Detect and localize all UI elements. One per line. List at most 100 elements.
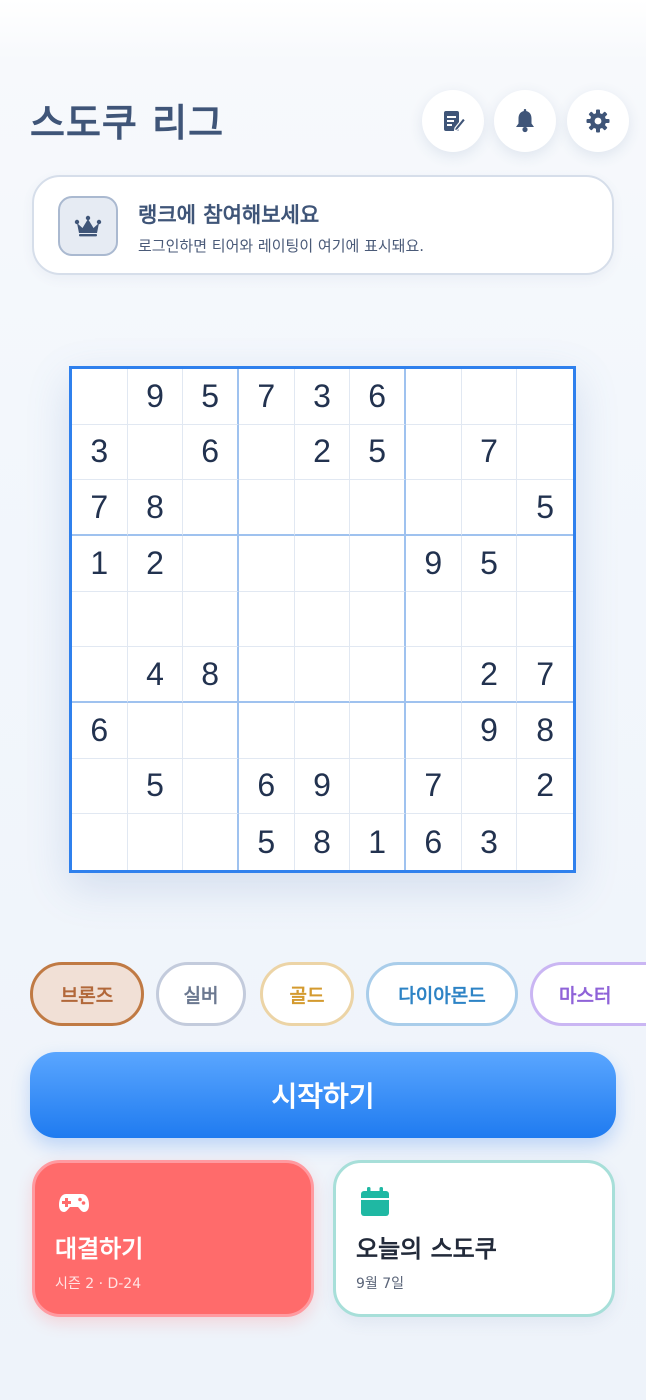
sudoku-cell[interactable]: 5 (183, 369, 239, 425)
sudoku-cell[interactable]: 3 (294, 369, 351, 425)
sudoku-cell[interactable] (127, 703, 184, 759)
sudoku-cell[interactable]: 3 (72, 424, 128, 481)
sudoku-cell[interactable]: 6 (72, 703, 128, 759)
sudoku-cell[interactable]: 9 (461, 703, 518, 759)
sudoku-cell[interactable]: 3 (462, 814, 518, 870)
sudoku-cell[interactable] (406, 424, 462, 481)
sudoku-cell[interactable] (294, 703, 351, 759)
sudoku-cell[interactable]: 2 (461, 647, 518, 703)
sudoku-cell[interactable] (350, 703, 406, 759)
sudoku-cell[interactable] (517, 536, 573, 592)
sudoku-cell[interactable]: 8 (183, 647, 239, 703)
sudoku-cell[interactable]: 7 (517, 647, 573, 703)
sudoku-cell[interactable] (183, 591, 239, 648)
sudoku-cell[interactable] (127, 591, 184, 648)
sudoku-cell[interactable]: 8 (517, 703, 573, 759)
daily-card-date: 9월 7일 (356, 1276, 405, 1292)
tier-chip-bronze[interactable]: 브론즈 (30, 962, 144, 1026)
sudoku-cell[interactable] (294, 536, 351, 592)
sudoku-cell[interactable] (406, 647, 462, 703)
sudoku-cell[interactable] (517, 814, 573, 870)
sudoku-cell[interactable]: 7 (72, 480, 128, 536)
sudoku-cell[interactable] (239, 591, 295, 648)
sudoku-cell[interactable]: 2 (517, 759, 573, 815)
tier-chip-gold[interactable]: 골드 (260, 962, 354, 1026)
sudoku-cell[interactable]: 6 (406, 814, 462, 870)
sudoku-cell[interactable] (461, 480, 518, 536)
battle-card[interactable]: 대결하기 시즌 2 · D-24 (32, 1160, 314, 1317)
notifications-button[interactable] (494, 90, 556, 152)
sudoku-cell[interactable] (183, 536, 239, 592)
sudoku-cell[interactable] (183, 480, 239, 536)
sudoku-cell[interactable]: 5 (239, 814, 295, 870)
sudoku-cell[interactable] (294, 647, 351, 703)
sudoku-cell[interactable] (517, 425, 573, 481)
sudoku-cell[interactable] (461, 758, 518, 815)
gamepad-icon (59, 1194, 89, 1212)
sudoku-cell[interactable] (127, 424, 184, 481)
sudoku-cell[interactable]: 1 (350, 814, 406, 870)
settings-button[interactable] (567, 90, 629, 152)
sudoku-cell[interactable]: 7 (461, 424, 518, 481)
app-header: 스도쿠 리그 (0, 0, 646, 160)
tier-chip-master[interactable]: 마스터 (530, 962, 646, 1026)
calendar-icon (361, 1187, 389, 1216)
sudoku-cell[interactable] (461, 369, 518, 425)
sudoku-cell[interactable] (183, 703, 239, 759)
sudoku-cell[interactable] (72, 647, 128, 703)
sudoku-cell[interactable]: 5 (350, 424, 406, 481)
sudoku-cell[interactable]: 5 (517, 480, 573, 536)
notes-button[interactable] (422, 90, 484, 152)
sudoku-cell[interactable] (350, 758, 406, 815)
sudoku-cell[interactable]: 5 (461, 536, 518, 592)
sudoku-cell[interactable] (72, 758, 128, 815)
sudoku-cell[interactable] (183, 758, 239, 815)
sudoku-cell[interactable]: 4 (127, 647, 184, 703)
sudoku-cell[interactable]: 2 (294, 424, 351, 481)
sudoku-cell[interactable]: 6 (239, 758, 295, 815)
sudoku-cell[interactable] (517, 369, 573, 425)
sudoku-cell[interactable] (72, 814, 128, 870)
sudoku-cell[interactable] (350, 647, 406, 703)
sudoku-cell[interactable]: 7 (406, 758, 462, 815)
sudoku-cell[interactable]: 9 (294, 758, 351, 815)
sudoku-cell[interactable] (239, 480, 295, 536)
sudoku-cell[interactable]: 6 (183, 424, 239, 481)
sudoku-cell[interactable]: 1 (72, 536, 128, 592)
sudoku-cell[interactable]: 5 (127, 758, 184, 815)
sudoku-cell[interactable]: 8 (295, 814, 351, 870)
sudoku-cell[interactable]: 7 (239, 369, 295, 425)
sudoku-cell[interactable] (350, 591, 406, 648)
sudoku-cell[interactable] (294, 480, 351, 536)
sudoku-cell[interactable] (350, 480, 406, 536)
tier-chip-silver[interactable]: 실버 (156, 962, 246, 1026)
sudoku-cell[interactable]: 9 (127, 369, 184, 425)
sudoku-cell[interactable]: 2 (127, 536, 184, 592)
sudoku-cell[interactable] (406, 591, 462, 648)
sudoku-cell[interactable]: 8 (127, 480, 184, 536)
sudoku-cell[interactable]: 9 (406, 536, 462, 592)
sudoku-cell[interactable] (183, 814, 239, 870)
start-button[interactable]: 시작하기 (30, 1052, 616, 1138)
sudoku-cell[interactable] (406, 369, 462, 425)
sudoku-cell[interactable]: 6 (350, 369, 406, 425)
sudoku-cell[interactable] (517, 592, 573, 648)
sudoku-cell[interactable] (72, 591, 128, 648)
sudoku-cell[interactable] (294, 591, 351, 648)
rank-card[interactable]: 랭크에 참여해보세요 로그인하면 티어와 레이팅이 여기에 표시돼요. (32, 175, 614, 275)
page-title: 스도쿠 리그 (30, 101, 225, 145)
sudoku-cell[interactable] (128, 814, 184, 870)
tier-chip-diamond[interactable]: 다이아몬드 (366, 962, 518, 1026)
sudoku-cell[interactable] (239, 424, 295, 481)
sudoku-cell[interactable] (406, 480, 462, 536)
sudoku-cell[interactable] (350, 536, 406, 592)
sudoku-cell[interactable] (72, 369, 128, 425)
daily-sudoku-card[interactable]: 오늘의 스도쿠 9월 7일 (333, 1160, 615, 1317)
battle-card-subtitle: 시즌 2 · D-24 (55, 1276, 142, 1292)
sudoku-cell[interactable] (461, 591, 518, 648)
tier-selector: 브론즈 실버 골드 다이아몬드 마스터 (30, 962, 646, 1028)
sudoku-cell[interactable] (239, 703, 295, 759)
sudoku-cell[interactable] (239, 647, 295, 703)
sudoku-cell[interactable] (239, 536, 295, 592)
sudoku-cell[interactable] (406, 703, 462, 759)
